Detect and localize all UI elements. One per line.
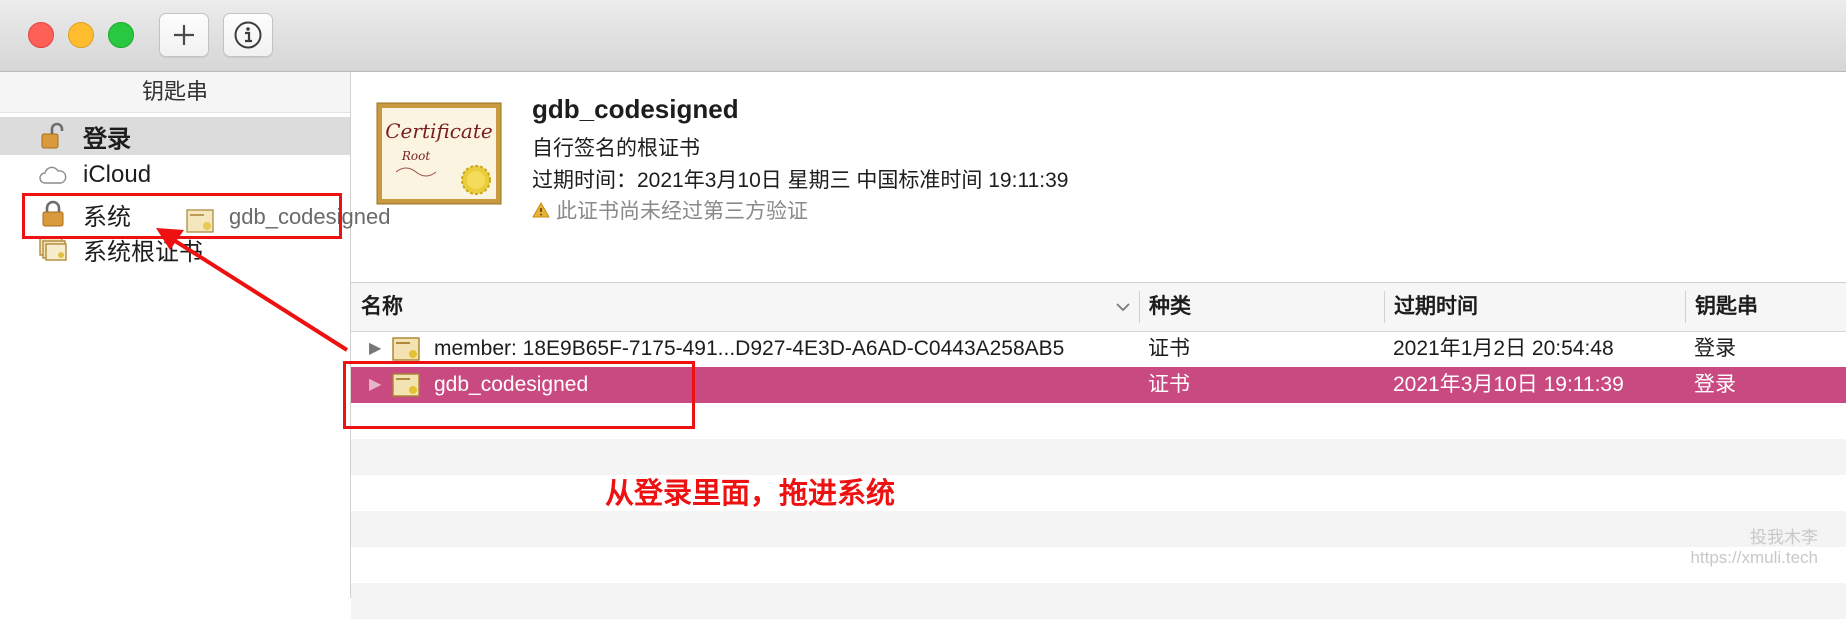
- watermark-line-2: https://xmuli.tech: [1690, 548, 1818, 567]
- watermark: 投我木李 https://xmuli.tech: [1690, 528, 1818, 568]
- annotation-text: 从登录里面，拖进系统: [605, 478, 896, 510]
- watermark-line-1: 投我木李: [1750, 528, 1818, 547]
- annotation-arrow: [156, 228, 349, 352]
